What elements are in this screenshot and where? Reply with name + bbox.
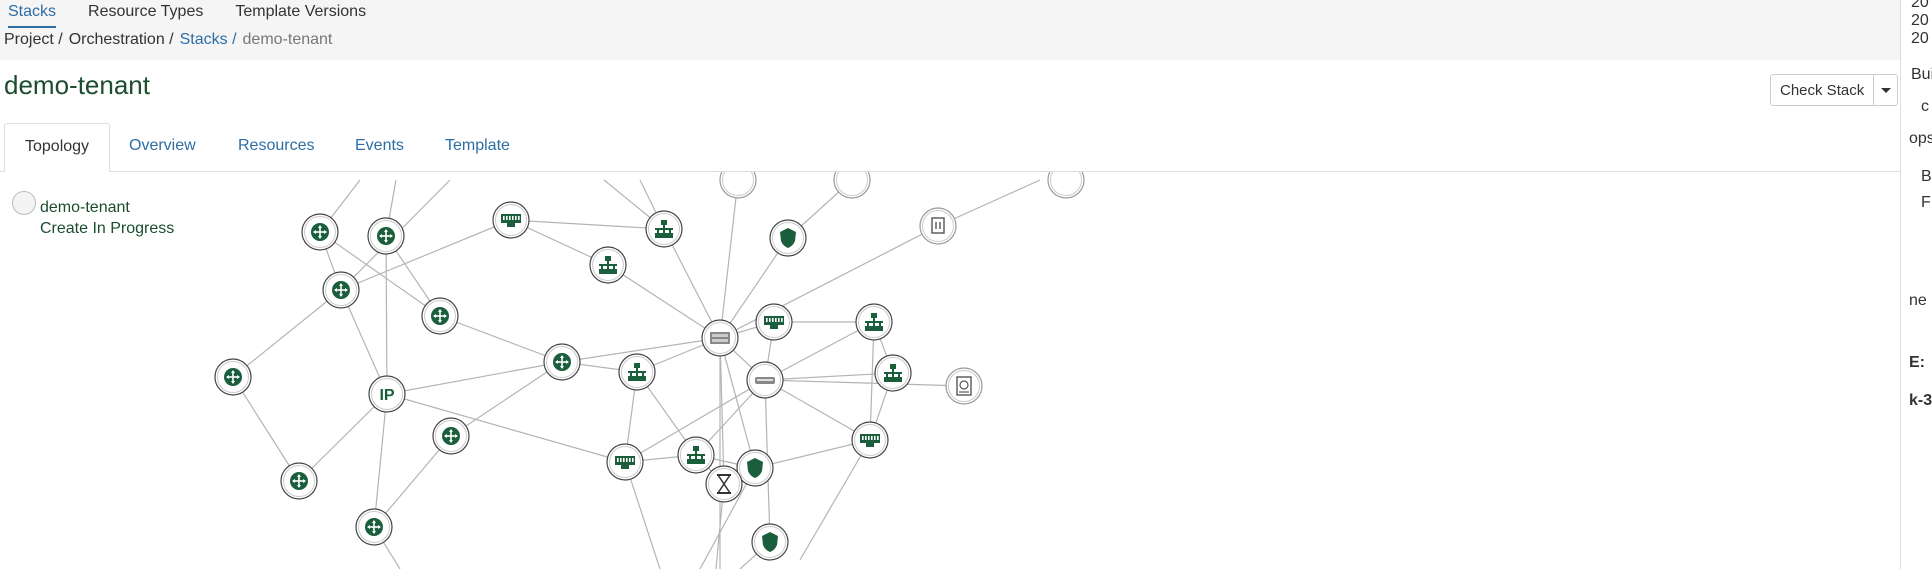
topology-edge [373, 393, 388, 528]
side-text-10: E: [1909, 354, 1925, 371]
side-text-1: 20 [1911, 0, 1929, 11]
port-icon[interactable] [746, 361, 784, 399]
topology-edge [386, 361, 563, 395]
tab-overview[interactable]: Overview [109, 123, 216, 172]
router-icon[interactable] [301, 213, 339, 251]
tab-template[interactable]: Template [425, 123, 530, 172]
breadcrumb-current: demo-tenant [242, 31, 333, 48]
security-group-icon[interactable] [769, 219, 807, 257]
topology-edge [439, 315, 563, 363]
topology-edge [764, 379, 965, 387]
router-icon[interactable] [432, 417, 470, 455]
resource-icon[interactable] [719, 172, 757, 199]
page-title: demo-tenant [4, 70, 150, 100]
side-text-5: c [1921, 98, 1929, 115]
network-icon[interactable] [492, 201, 530, 239]
router-icon[interactable] [214, 358, 252, 396]
router-icon[interactable] [322, 271, 360, 309]
topology-edge [386, 393, 626, 463]
subnet-icon[interactable] [645, 210, 683, 248]
topology-nodes: IP [214, 172, 1085, 561]
hourglass-icon[interactable] [705, 465, 743, 503]
router-icon[interactable] [421, 297, 459, 335]
subnet-icon[interactable] [874, 354, 912, 392]
tab-resources[interactable]: Resources [218, 123, 334, 172]
tab-template-versions[interactable]: Template Versions [235, 0, 366, 30]
network-icon[interactable] [851, 421, 889, 459]
side-text-6: ops [1909, 130, 1932, 147]
topology-edge [799, 439, 871, 561]
topology-edge [764, 372, 894, 381]
top-navigation: Stacks Resource Types Template Versions … [0, 0, 1900, 60]
detail-tabs: Topology Overview Resources Events Templ… [0, 123, 1900, 172]
side-text-9: ne [1909, 292, 1927, 309]
topology-edge [719, 179, 739, 339]
check-stack-group: Check Stack [1770, 74, 1899, 106]
topology-edge [607, 264, 721, 339]
server-icon[interactable] [701, 319, 739, 357]
volume-icon[interactable] [945, 367, 983, 405]
tab-topology[interactable]: Topology [4, 123, 111, 172]
security-group-icon[interactable] [751, 523, 789, 561]
top-tabs: Stacks Resource Types Template Versions [0, 0, 366, 30]
tab-events[interactable]: Events [335, 123, 424, 172]
router-icon[interactable] [280, 462, 318, 500]
subnet-icon[interactable] [589, 246, 627, 284]
breadcrumb-orchestration: Orchestration / [68, 31, 174, 48]
config-doc-icon[interactable] [919, 207, 957, 245]
network-icon[interactable] [606, 443, 644, 481]
topology-edge [510, 219, 665, 230]
breadcrumb-project: Project / [4, 31, 63, 48]
subnet-icon[interactable] [855, 303, 893, 341]
topology-graph: IP [214, 172, 1085, 569]
floating-ip-icon[interactable]: IP [368, 375, 406, 413]
security-group-icon[interactable] [736, 449, 774, 487]
subnet-icon[interactable] [618, 353, 656, 391]
router-icon[interactable] [543, 343, 581, 381]
breadcrumb-stacks[interactable]: Stacks / [180, 31, 237, 49]
chevron-down-icon[interactable] [1873, 75, 1897, 105]
tab-stacks[interactable]: Stacks [8, 0, 57, 28]
router-icon[interactable] [367, 217, 405, 255]
side-text-7: B [1921, 168, 1932, 185]
topology-edge [232, 289, 342, 378]
check-stack-button[interactable]: Check Stack [1771, 75, 1873, 105]
side-text-3: 20 [1911, 30, 1929, 47]
topology-edge [340, 219, 512, 291]
tab-resource-types[interactable]: Resource Types [88, 0, 203, 30]
resource-icon[interactable] [1047, 172, 1085, 199]
router-icon[interactable] [355, 508, 393, 546]
topology-edge [719, 225, 939, 339]
topology-edge [450, 361, 563, 437]
topology-edge [385, 235, 388, 395]
right-side-panel: 20 20 20 Bui c ops B F ne E: k-3 [1900, 0, 1932, 569]
network-icon[interactable] [755, 303, 793, 341]
ip-label: IP [379, 387, 394, 404]
side-text-4: Bui [1911, 66, 1932, 83]
resource-icon[interactable] [833, 172, 871, 199]
side-text-8: F [1921, 194, 1931, 211]
side-text-11: k-3 [1909, 392, 1932, 409]
side-text-2: 20 [1911, 12, 1929, 29]
breadcrumb: Project / Orchestration / Stacks / demo-… [4, 31, 332, 49]
subnet-icon[interactable] [677, 436, 715, 474]
